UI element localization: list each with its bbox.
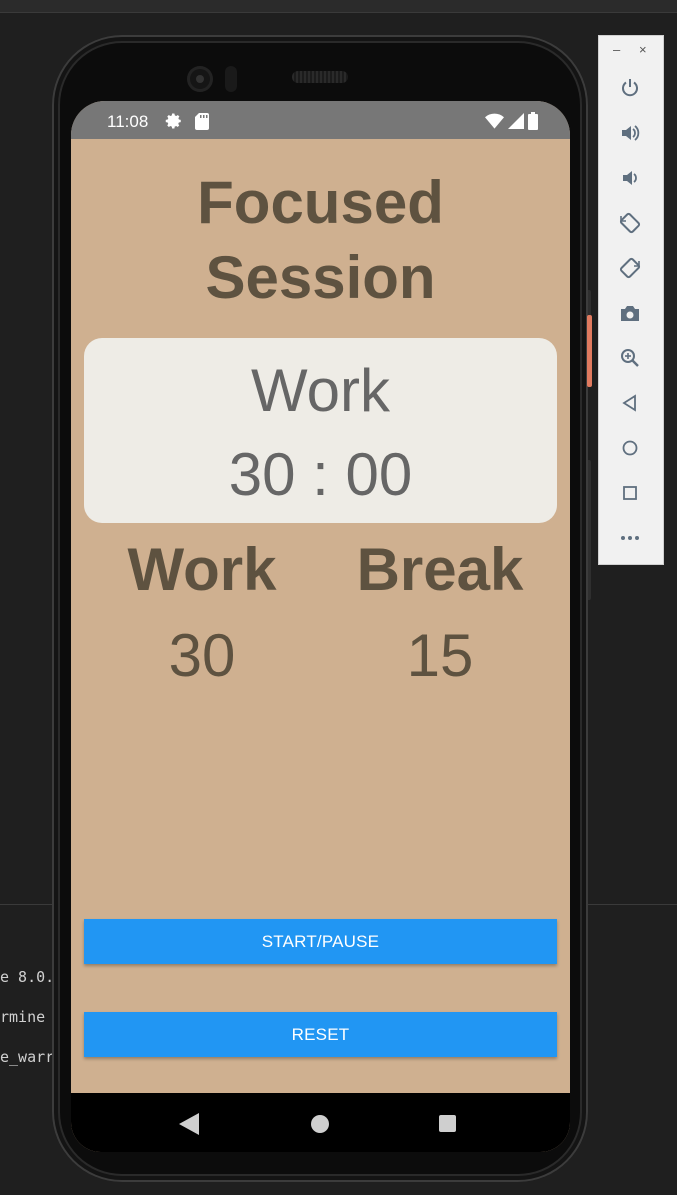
more-icon[interactable] [615,523,645,553]
console-line: e 8.0. [0,968,55,986]
nav-back-icon[interactable] [179,1113,199,1140]
emulator-toolbar: – × [598,35,664,565]
power-icon[interactable] [615,73,645,103]
nav-recents-icon[interactable] [439,1115,456,1132]
nav-home-icon[interactable] [311,1115,329,1133]
console-line: rmine [0,1008,46,1026]
zoom-icon[interactable] [615,343,645,373]
title-line: Focused [197,169,444,236]
status-bar: 11:08 [71,101,570,139]
front-camera [187,66,213,92]
navigation-bar [71,1093,570,1152]
timer-countdown: 30 : 00 [228,441,413,508]
battery-icon [528,112,538,135]
proximity-sensor [225,66,237,92]
status-time: 11:08 [107,112,149,131]
break-duration-value[interactable]: 15 [340,621,540,690]
back-icon[interactable] [615,388,645,418]
volume-down-icon[interactable] [615,163,645,193]
start-pause-button[interactable]: START/PAUSE [84,919,557,964]
minimize-button[interactable]: – [613,42,620,57]
ide-top-bar [0,0,677,13]
camera-icon[interactable] [615,298,645,328]
console-line: e_warr [0,1048,55,1066]
home-icon[interactable] [615,433,645,463]
title-line: Session [205,244,436,311]
volume-up-icon[interactable] [615,118,645,148]
timer-card: Work 30 : 00 [84,338,557,523]
phone-screen: 11:08 Focused Session Work 30 : 00 Work … [71,101,570,1152]
status-icons [485,112,538,135]
rotate-left-icon[interactable] [615,208,645,238]
break-label: Break [356,536,524,603]
reset-button[interactable]: RESET [84,1012,557,1057]
rotate-right-icon[interactable] [615,253,645,283]
work-duration-value[interactable]: 30 [102,621,302,690]
timer-mode-label: Work [251,357,390,424]
close-button[interactable]: × [639,42,647,57]
app-content: Focused Session Work 30 : 00 Work Break … [71,139,570,1093]
cell-signal-icon [508,113,524,134]
work-label: Work [127,536,277,603]
wifi-icon [485,113,504,134]
settings-gear-icon [165,112,183,135]
earpiece-speaker [292,71,348,83]
page-title: Focused Session [71,165,570,315]
phone-power-button[interactable] [587,315,592,387]
sd-card-icon [195,113,209,135]
overview-icon[interactable] [615,478,645,508]
